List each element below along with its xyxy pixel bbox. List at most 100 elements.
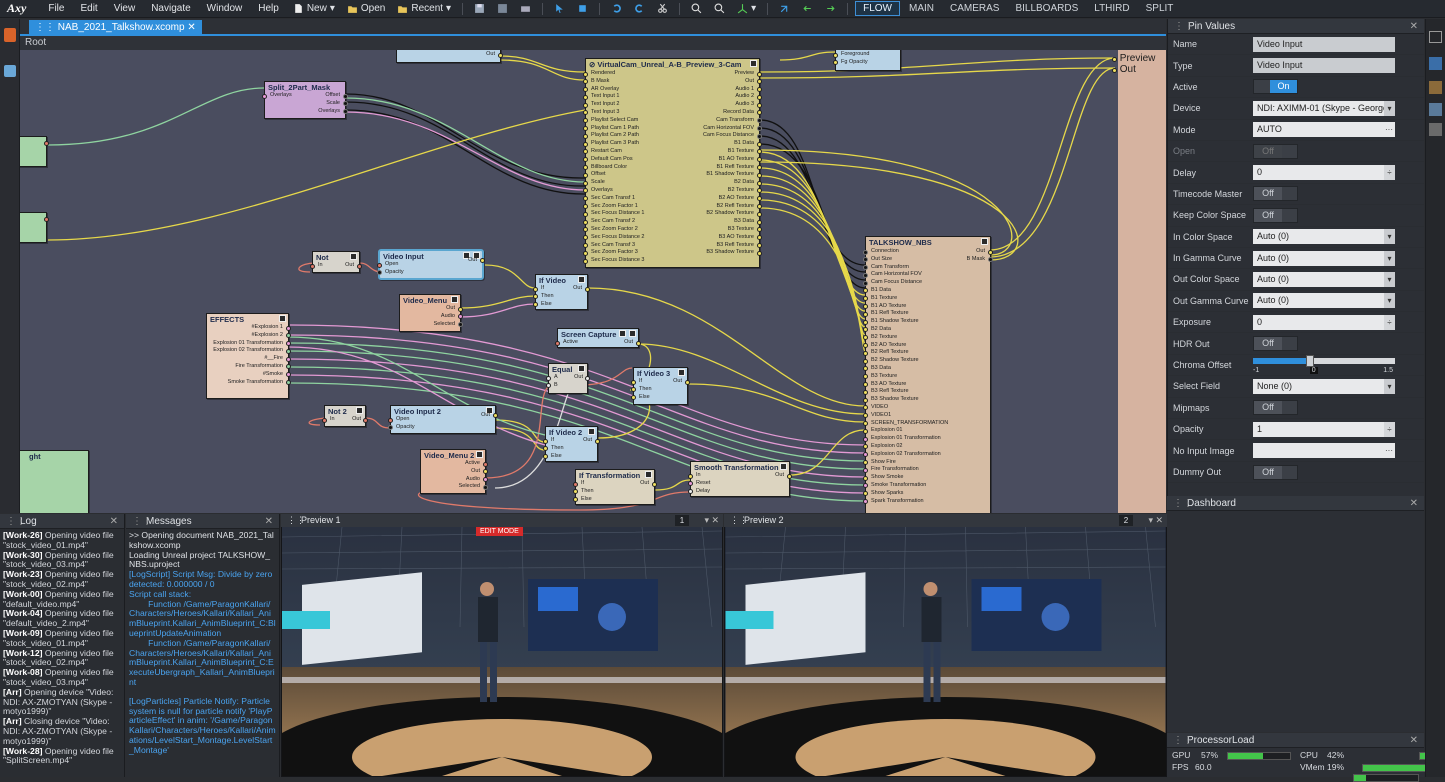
pin-toggle[interactable]: On <box>1253 79 1298 95</box>
node-pin[interactable]: B <box>546 382 587 390</box>
close-tab-icon[interactable]: ✕ <box>187 22 195 33</box>
node-pin[interactable]: #Smoke <box>207 371 291 379</box>
node-pin[interactable]: B3 Texture <box>669 226 762 234</box>
node-pin[interactable]: Smoke Transformation <box>207 379 291 387</box>
node-pin[interactable]: Out <box>397 51 503 59</box>
node-pin[interactable]: In Out <box>310 262 362 270</box>
node-pin[interactable]: Offset <box>583 171 676 179</box>
node-menu-icon[interactable] <box>981 238 988 245</box>
node-pin[interactable]: Fire Transformation <box>863 466 976 474</box>
node-pin[interactable]: Else <box>631 394 687 402</box>
node-pin[interactable]: Sec Focus Distance 2 <box>583 234 676 242</box>
node-effects[interactable]: EFFECTS #Explosion 1 #Explosion 2 Explosio… <box>206 313 291 399</box>
node-pin[interactable]: Sec Cam Transf 2 <box>583 218 676 226</box>
node-pin[interactable]: Explosion 01 <box>863 427 976 435</box>
node-top-partial[interactable]: Out <box>396 50 503 63</box>
node-pin[interactable]: B3 AO Texture <box>863 381 976 389</box>
node-pin[interactable]: B3 Data <box>669 218 762 226</box>
node-pin[interactable]: Sec Focus Distance 3 <box>583 257 676 265</box>
node-pin[interactable]: #Explosion 2 <box>207 332 291 340</box>
node-pin[interactable]: Selected <box>421 483 488 491</box>
node-pin[interactable]: Explosion 02 Transformation <box>207 347 291 355</box>
document-tab[interactable]: ⋮⋮ NAB_2021_Talkshow.xcomp ✕ <box>29 20 202 35</box>
save-as-button[interactable] <box>491 3 514 14</box>
node-pin[interactable]: Fg Opacity <box>833 59 900 67</box>
node-pin[interactable]: Active <box>421 460 488 468</box>
pin-toggle[interactable]: Off <box>1253 400 1298 416</box>
chroma-offset-slider[interactable]: -1 0 1.5 <box>1253 355 1395 375</box>
node-pin[interactable]: #__Fire <box>207 355 291 363</box>
panel-toggle-icon[interactable] <box>1429 31 1442 43</box>
node-if-video[interactable]: If Video If Out Then Else <box>533 274 590 310</box>
save-button[interactable] <box>468 3 491 14</box>
node-if-transformation[interactable]: If Transformation If Out Then Else <box>573 469 657 505</box>
node-pin[interactable]: B1 Refl Texture <box>669 164 762 172</box>
pin-toggle[interactable]: Off <box>1253 207 1298 223</box>
node-pin[interactable]: B1 Data <box>863 287 976 295</box>
node-menu-icon[interactable] <box>629 330 636 337</box>
node-pin[interactable]: Else <box>573 496 654 504</box>
recent-button[interactable]: Recent ▾ <box>391 3 457 14</box>
breadcrumb[interactable]: Root <box>20 36 1166 50</box>
node-pin[interactable]: Smoke Transformation <box>863 482 976 490</box>
grid-icon[interactable] <box>1429 123 1442 136</box>
pin-field[interactable]: Video Input <box>1253 36 1395 52</box>
grip-icon[interactable]: ⋮⋮ <box>1174 19 1194 34</box>
node-pin[interactable]: Sec Cam Transf 3 <box>583 242 676 250</box>
pin-field[interactable]: Video Input <box>1253 58 1395 74</box>
pin-field[interactable] <box>1253 443 1395 459</box>
node-pin[interactable]: Open Out <box>377 257 485 269</box>
pin-field[interactable]: Auto (0) <box>1253 250 1395 266</box>
node-pin[interactable]: Show Smoke <box>863 474 976 482</box>
node-pin[interactable]: Then <box>573 488 654 496</box>
node-pin[interactable]: Else <box>543 453 597 461</box>
node-pin[interactable]: Record Data <box>669 109 762 117</box>
nav-up-button[interactable] <box>773 3 796 14</box>
node-menu-icon[interactable] <box>780 463 787 470</box>
pin-field[interactable]: AUTO <box>1253 122 1395 138</box>
pin-field[interactable]: NDI: AXIMM-01 (Skype - George <box>1253 100 1395 116</box>
media-icon[interactable] <box>1429 81 1442 94</box>
redo-button[interactable] <box>628 3 651 14</box>
zoom-in-button[interactable] <box>685 3 708 14</box>
node-pin[interactable]: Playlist Select Cam <box>583 117 676 125</box>
mode-flow[interactable]: FLOW <box>855 1 900 16</box>
node-pin[interactable]: B2 Refl Texture <box>669 203 762 211</box>
close-icon[interactable]: ✕ <box>1410 496 1418 511</box>
node-pin[interactable]: B Mask <box>950 256 993 264</box>
pin-field[interactable]: None (0) <box>1253 378 1395 394</box>
node-pin[interactable]: Audio 2 <box>669 93 762 101</box>
monitor-icon[interactable] <box>1429 103 1442 116</box>
node-pin[interactable]: Explosion 02 Transformation <box>863 451 976 459</box>
node-pin[interactable]: #Explosion 1 <box>207 324 291 332</box>
menu-view[interactable]: View <box>106 3 144 14</box>
node-pin[interactable]: Audio <box>421 476 488 484</box>
node-pin[interactable]: Sec Focus Distance 1 <box>583 210 676 218</box>
node-pin[interactable]: In Out <box>322 416 368 424</box>
node-if-video-3[interactable]: If Video 3 If Out Then Else <box>631 367 690 405</box>
node-pin[interactable]: If Out <box>543 437 600 445</box>
node-pin[interactable]: Active Out <box>555 339 641 347</box>
cut-button[interactable] <box>651 3 674 14</box>
node-pin[interactable]: Then <box>543 445 597 453</box>
node-pin[interactable]: Scale <box>321 100 348 108</box>
preview-1-scene[interactable]: EDIT MODE <box>282 527 722 776</box>
node-close-icon[interactable] <box>619 330 626 337</box>
grip-icon[interactable]: ⋮⋮ <box>1173 496 1193 511</box>
node-menu-icon[interactable] <box>750 60 757 67</box>
node-pin[interactable]: Then <box>533 293 587 301</box>
node-pin[interactable]: Audio 1 <box>669 86 762 94</box>
node-pin[interactable]: Then <box>631 386 687 394</box>
node-pin[interactable]: Cam Transform <box>863 264 976 272</box>
select-tool-button[interactable] <box>548 3 571 14</box>
node-pin[interactable]: VIDEO1 <box>863 412 976 420</box>
node-menu-icon[interactable] <box>578 276 585 283</box>
preview-1-number[interactable]: 1 <box>675 515 689 526</box>
mode-split[interactable]: SPLIT <box>1139 2 1181 15</box>
pin-field[interactable]: 1 <box>1253 421 1395 437</box>
node-video-menu[interactable]: Video_Menu Out Audio Selected <box>399 294 463 332</box>
node-pin[interactable]: Out <box>400 305 463 313</box>
node-pin[interactable]: B1 AO Texture <box>669 156 762 164</box>
node-pin[interactable]: Delay <box>688 488 789 496</box>
node-pin[interactable]: Billboard Color <box>583 164 676 172</box>
